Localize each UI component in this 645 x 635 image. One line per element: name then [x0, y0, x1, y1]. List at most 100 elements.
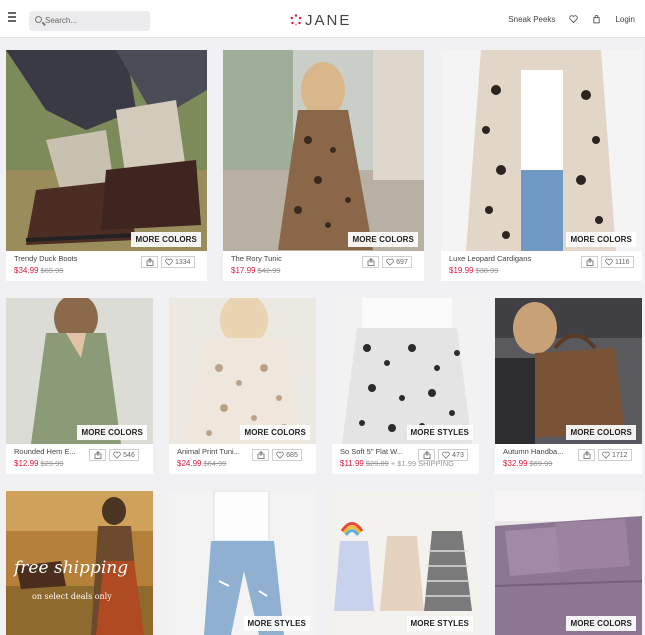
product-name[interactable]: Trendy Duck Boots [14, 254, 78, 263]
product-price: $32.99 $69.99 [503, 459, 552, 468]
original-price: $69.99 [529, 459, 553, 468]
product-image[interactable]: MORE COLORS [169, 298, 316, 444]
promo-card[interactable]: free shipping on select deals only [6, 491, 153, 635]
product-card[interactable]: MORE STYLES [169, 491, 316, 635]
original-price: $29.99 [40, 459, 64, 468]
more-styles-tag[interactable]: MORE STYLES [406, 425, 473, 440]
like-button[interactable]: 473 [438, 449, 468, 461]
product-image[interactable]: MORE STYLES [332, 298, 479, 444]
like-button[interactable]: 685 [272, 449, 302, 461]
like-button[interactable]: 546 [109, 449, 139, 461]
more-colors-tag[interactable]: MORE COLORS [131, 232, 201, 247]
product-price: $19.99 $38.99 [449, 266, 498, 275]
share-button[interactable] [578, 449, 595, 461]
share-icon [367, 258, 374, 266]
product-name[interactable]: So Soft 5" Flat W... [340, 447, 412, 456]
more-colors-tag[interactable]: MORE COLORS [566, 232, 636, 247]
share-icon [586, 258, 593, 266]
search-box[interactable] [29, 11, 150, 31]
like-count: 546 [123, 451, 135, 459]
product-price: $34.99 $69.99 [14, 266, 63, 275]
product-name[interactable]: Animal Print Tuni... [177, 447, 249, 456]
share-icon [423, 451, 430, 459]
menu-icon[interactable] [6, 12, 18, 26]
bag-icon[interactable] [592, 14, 601, 24]
product-card[interactable]: MORE STYLES So Soft 5" Flat W... $11.99 $… [332, 298, 479, 474]
more-colors-tag[interactable]: MORE COLORS [77, 425, 147, 440]
product-card[interactable]: MORE COLORS Trendy Duck Boots $34.99 $69.… [6, 50, 207, 281]
product-card[interactable]: MORE STYLES [332, 491, 479, 635]
share-button[interactable] [252, 449, 269, 461]
product-image[interactable]: MORE COLORS [223, 50, 424, 251]
share-icon [146, 258, 153, 266]
share-button[interactable] [141, 256, 158, 268]
sneak-peeks-link[interactable]: Sneak Peeks [508, 15, 555, 24]
promo-title: free shipping [12, 558, 128, 578]
like-count: 1712 [612, 451, 628, 459]
like-button[interactable]: 1712 [598, 449, 632, 461]
product-image[interactable]: MORE COLORS [441, 50, 642, 251]
search-icon [35, 16, 42, 23]
product-image[interactable]: MORE COLORS [495, 491, 642, 635]
more-colors-tag[interactable]: MORE COLORS [566, 425, 636, 440]
product-image[interactable]: MORE COLORS [495, 298, 642, 444]
like-button[interactable]: 1116 [601, 256, 634, 268]
original-price: $29.99 [365, 459, 389, 468]
like-button[interactable]: 1334 [161, 256, 195, 268]
product-price: $12.99 $29.99 [14, 459, 63, 468]
original-price: $69.99 [40, 266, 64, 275]
sale-price: $19.99 [449, 266, 474, 275]
product-image[interactable]: MORE COLORS [6, 298, 153, 444]
logo-text: JANE [305, 11, 352, 29]
sale-price: $11.99 [340, 459, 364, 468]
product-price: $17.99 $42.99 [231, 266, 280, 275]
more-styles-tag[interactable]: MORE STYLES [406, 616, 473, 631]
heart-icon [605, 258, 613, 266]
share-button[interactable] [581, 256, 598, 268]
product-name[interactable]: Rounded Hem E... [14, 447, 86, 456]
product-name[interactable]: The Rory Tunic [231, 254, 282, 263]
more-colors-tag[interactable]: MORE COLORS [240, 425, 310, 440]
more-colors-tag[interactable]: MORE COLORS [566, 616, 636, 631]
sale-price: $32.99 [503, 459, 528, 468]
like-count: 1334 [175, 258, 191, 266]
share-icon [257, 451, 264, 459]
product-name[interactable]: Autumn Handba... [503, 447, 575, 456]
logo-mark-icon [290, 14, 302, 26]
like-button[interactable]: 697 [382, 256, 412, 268]
like-count: 697 [396, 258, 408, 266]
like-count: 1116 [615, 258, 630, 266]
share-button[interactable] [362, 256, 379, 268]
like-count: 685 [286, 451, 298, 459]
product-image[interactable]: MORE STYLES [169, 491, 316, 635]
product-image[interactable]: MORE COLORS [6, 50, 207, 251]
product-card[interactable]: MORE COLORS Autumn Handba... $32.99 $69.9… [495, 298, 642, 474]
share-button[interactable] [418, 449, 435, 461]
more-styles-tag[interactable]: MORE STYLES [243, 616, 310, 631]
heart-icon [386, 258, 394, 266]
share-button[interactable] [89, 449, 106, 461]
product-name[interactable]: Luxe Leopard Cardigans [449, 254, 531, 263]
heart-icon [165, 258, 173, 266]
login-link[interactable]: Login [615, 15, 635, 24]
product-card[interactable]: MORE COLORS The Rory Tunic $17.99 $42.99 … [223, 50, 424, 281]
like-count: 473 [452, 451, 464, 459]
product-card[interactable]: MORE COLORS Animal Print Tuni... $24.99 $… [169, 298, 316, 474]
heart-icon [602, 451, 610, 459]
heart-icon [113, 451, 121, 459]
logo[interactable]: JANE [290, 10, 351, 30]
share-icon [583, 451, 590, 459]
search-input[interactable] [45, 13, 145, 28]
more-colors-tag[interactable]: MORE COLORS [348, 232, 418, 247]
product-card[interactable]: MORE COLORS [495, 491, 642, 635]
heart-icon[interactable] [569, 14, 579, 24]
top-bar: JANE Sneak Peeks Login [0, 0, 645, 38]
nav-right: Sneak Peeks Login [508, 14, 635, 24]
sale-price: $24.99 [177, 459, 202, 468]
original-price: $64.99 [203, 459, 227, 468]
heart-icon [276, 451, 284, 459]
product-price: $24.99 $64.99 [177, 459, 226, 468]
product-card[interactable]: MORE COLORS Rounded Hem E... $12.99 $29.9… [6, 298, 153, 474]
product-card[interactable]: MORE COLORS Luxe Leopard Cardigans $19.9… [441, 50, 642, 281]
product-image[interactable]: MORE STYLES [332, 491, 479, 635]
